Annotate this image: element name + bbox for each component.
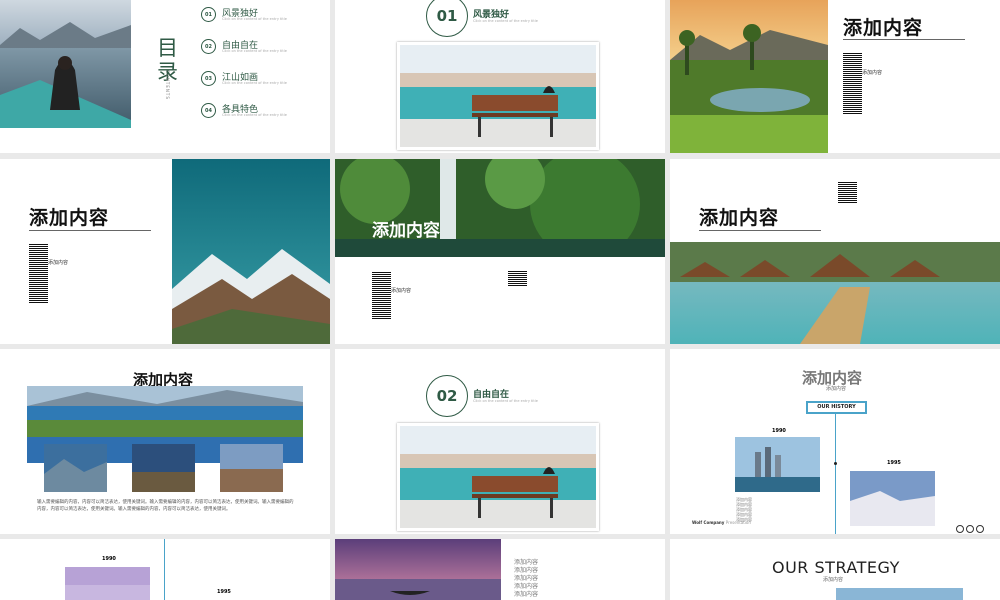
toc-item-1-num: 01 [201, 7, 216, 22]
slide-section-01[interactable]: 01 风景独好 Click on the content of the entr… [335, 0, 665, 153]
toc-item-2-num: 02 [201, 39, 216, 54]
boat-sunset-photo [335, 539, 501, 600]
toc-sub: CONTENTS [165, 70, 170, 100]
section-01-num: 01 [426, 0, 468, 37]
slide4-title: 添加内容 [29, 207, 110, 229]
toc-item-1-desc: Click on the content of the entry title [222, 17, 287, 21]
mountain-photo [172, 159, 330, 344]
sunset-photo [65, 567, 150, 600]
toc-item-2-desc: Click on the content of the entry title [222, 49, 287, 53]
slide7-body: 输入需要编辑的内容，内容可以简洁表达，使用关键词。输入需要编辑的内容，内容可以简… [37, 500, 294, 512]
slide4-barcode [29, 243, 48, 303]
slide-history[interactable]: 添加内容 添加内容 OUR HISTORY 1990 添加内容 添加内容 添加内容添… [670, 349, 1000, 534]
slide-lake-meadow[interactable]: 添加内容 添加内容 [670, 0, 1000, 153]
social-icons [956, 518, 984, 534]
history-list: 添加内容 添加内容 添加内容 添加内容 添加内容 [736, 497, 752, 522]
lake-thumb-1 [44, 444, 107, 492]
slide6-title: 添加内容 [699, 207, 780, 229]
lake-town-photo [27, 386, 303, 439]
waterfall-photo [335, 159, 665, 257]
company-name: Wolf Company Presentation [692, 520, 751, 525]
lake-thumb-2 [132, 444, 195, 492]
slide5-title: 添加内容 [372, 221, 440, 241]
section-02-num: 02 [426, 375, 468, 417]
slide5-barcode-1 [372, 271, 391, 319]
slide-toc[interactable]: 目录 CONTENTS 01 风景独好 Click on the content… [0, 0, 330, 153]
boat-lake-photo [0, 0, 131, 128]
slide-lake-town[interactable]: 添加内容 添加内容 输入需要编辑的内容，内容可以简洁表达，使用关键词。输入需要编… [0, 349, 330, 534]
meadow-lake-photo [670, 0, 828, 153]
slide-boat-sunset[interactable]: 添加内容 添加内容 添加内容 添加内容 添加内容 [335, 539, 665, 600]
timeline-year-a: 1990 [102, 556, 116, 562]
slide9-sub: 添加内容 [826, 386, 847, 392]
social-icon[interactable] [966, 525, 974, 533]
slide-strategy[interactable]: OUR STRATEGY 添加内容 [670, 539, 1000, 600]
coast-photo [850, 471, 935, 526]
history-year-a: 1990 [772, 428, 786, 434]
strategy-sub: 添加内容 [823, 577, 844, 583]
slide6-barcode [838, 181, 857, 203]
city-photo [735, 437, 820, 492]
slide-waterfall[interactable]: 添加内容 添加内容 [335, 159, 665, 344]
strategy-title: OUR STRATEGY [772, 558, 900, 577]
history-label: OUR HISTORY [806, 401, 867, 414]
section-01-desc: Click on the content of the entry title [473, 19, 538, 23]
social-icon[interactable] [976, 525, 984, 533]
slide5-small: 添加内容 [391, 288, 412, 294]
toc-item-4-desc: Click on the content of the entry title [222, 113, 287, 117]
toc-item-4-num: 04 [201, 103, 216, 118]
resort-photo [670, 242, 1000, 344]
slide-section-02[interactable]: 02 自由自在 Click on the content of the entr… [335, 349, 665, 534]
lake-thumb-3 [220, 444, 283, 492]
bench-photo [397, 42, 599, 150]
slide5-barcode-2 [508, 271, 527, 286]
toc-item-3-num: 03 [201, 71, 216, 86]
slide3-small: 添加内容 [862, 70, 883, 76]
slide4-small: 添加内容 [48, 260, 69, 266]
slide-mountain[interactable]: 添加内容 添加内容 [0, 159, 330, 344]
slide-timeline-partial[interactable]: 1990 1995 [0, 539, 330, 600]
timeline-year-b: 1995 [217, 589, 231, 595]
slide3-title: 添加内容 [843, 17, 924, 39]
strategy-photo [836, 588, 963, 600]
slide-resort[interactable]: 添加内容 [670, 159, 1000, 344]
history-year-b: 1995 [887, 460, 901, 466]
section-02-desc: Click on the content of the entry title [473, 399, 538, 403]
bench-photo-2 [397, 423, 599, 531]
last-list: 添加内容 添加内容 添加内容 添加内容 添加内容 [514, 559, 539, 598]
toc-item-3-desc: Click on the content of the entry title [222, 81, 287, 85]
slide3-barcode [843, 52, 862, 114]
social-icon[interactable] [956, 525, 964, 533]
